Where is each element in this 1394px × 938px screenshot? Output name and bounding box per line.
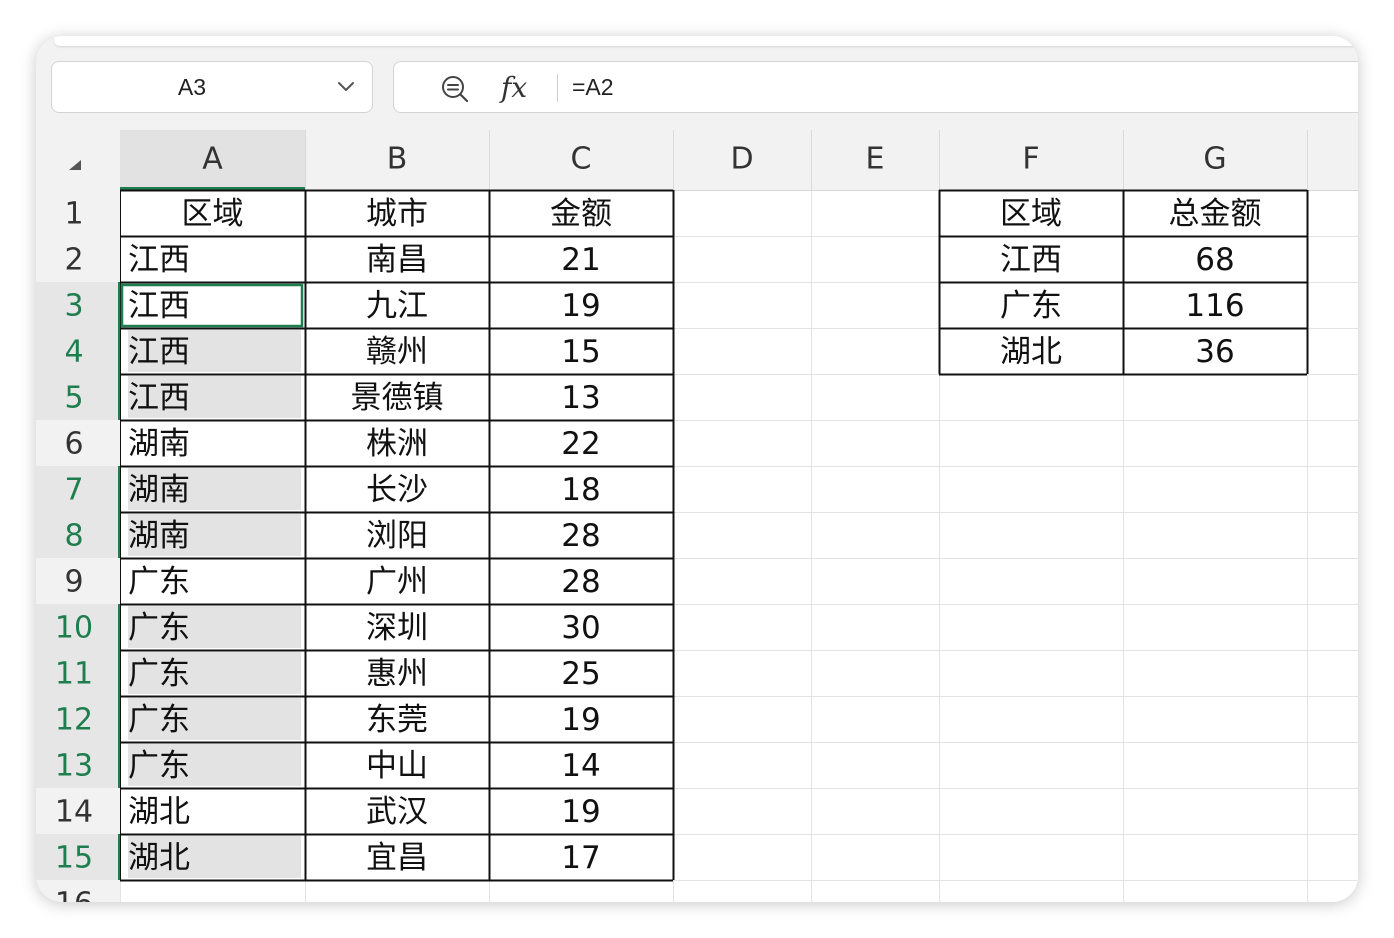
- row-header-4: 4: [64, 335, 83, 370]
- table-cell: 30: [561, 610, 600, 646]
- table-cell: 广东: [128, 610, 190, 646]
- table-cell: 九江: [366, 288, 428, 324]
- row-header-10: 10: [55, 611, 93, 646]
- row-header-7: 7: [64, 473, 83, 508]
- table-cell: 景德镇: [351, 380, 444, 416]
- table-cell: 武汉: [366, 794, 428, 830]
- table-cell: 江西: [128, 242, 190, 278]
- column-header-g: G: [1203, 142, 1226, 177]
- summary-cell: 广东: [1000, 288, 1062, 324]
- row-header-1: 1: [64, 197, 83, 232]
- spreadsheet-grid[interactable]: ABCDEFG12345678910111213141516区域城市金额江西南昌…: [36, 130, 1358, 902]
- table-cell: 19: [561, 702, 600, 738]
- table-cell: 江西: [128, 334, 190, 370]
- table-cell: 17: [561, 840, 600, 876]
- table-cell: 湖北: [128, 794, 190, 830]
- table-cell: 湖南: [128, 472, 190, 508]
- table-cell: 28: [561, 564, 600, 600]
- table-cell: 22: [561, 426, 600, 462]
- select-all-icon[interactable]: [69, 160, 81, 170]
- row-header-15: 15: [55, 841, 93, 876]
- summary-cell: 116: [1185, 288, 1244, 324]
- table-cell: 湖南: [128, 518, 190, 554]
- table-cell: 长沙: [366, 472, 428, 508]
- table-cell: 14: [561, 748, 600, 784]
- table-cell: 25: [561, 656, 600, 692]
- table-cell: 湖北: [128, 840, 190, 876]
- row-header-3: 3: [64, 289, 83, 324]
- toolbar-edge: [54, 36, 1358, 46]
- row-header-14: 14: [55, 795, 93, 830]
- table-cell: 江西: [128, 380, 190, 416]
- table-cell: 广东: [128, 564, 190, 600]
- table-cell: 15: [561, 334, 600, 370]
- summary-cell: 江西: [1000, 242, 1062, 278]
- summary-cell: 36: [1195, 334, 1234, 370]
- table-cell: 江西: [128, 288, 190, 324]
- table-cell: 东莞: [366, 702, 428, 738]
- table-header-cell: 区域: [182, 196, 244, 232]
- row-header-2: 2: [64, 243, 83, 278]
- summary-cell: 湖北: [1000, 334, 1062, 370]
- table-cell: 南昌: [366, 242, 428, 278]
- summary-header-cell: 总金额: [1169, 196, 1262, 232]
- table-cell: 21: [561, 242, 600, 278]
- table-cell: 19: [561, 794, 600, 830]
- column-header-b: B: [387, 142, 408, 177]
- spreadsheet-window: A3 fx =A2 ABCDEFG12345678910111213141516…: [36, 36, 1358, 902]
- table-cell: 广东: [128, 656, 190, 692]
- formula-bar-divider: [557, 74, 558, 102]
- table-cell: 中山: [366, 748, 428, 784]
- table-header-cell: 城市: [366, 196, 428, 232]
- name-box[interactable]: A3: [51, 61, 373, 113]
- row-header-11: 11: [55, 657, 93, 692]
- chevron-down-icon[interactable]: [334, 74, 358, 98]
- summary-cell: 68: [1195, 242, 1234, 278]
- table-cell: 湖南: [128, 426, 190, 462]
- table-cell: 18: [561, 472, 600, 508]
- table-cell: 惠州: [366, 656, 428, 692]
- table-cell: 广东: [128, 702, 190, 738]
- column-header-f: F: [1022, 142, 1039, 177]
- table-cell: 19: [561, 288, 600, 324]
- row-header-6: 6: [64, 427, 83, 462]
- zoom-out-icon[interactable]: [440, 74, 470, 104]
- table-cell: 株洲: [366, 426, 428, 462]
- row-header-9: 9: [64, 565, 83, 600]
- function-icon[interactable]: fx: [501, 68, 527, 108]
- row-header-16: 16: [55, 887, 93, 903]
- table-cell: 赣州: [366, 334, 428, 370]
- formula-bar[interactable]: fx =A2: [393, 61, 1358, 113]
- column-header-d: D: [730, 142, 753, 177]
- column-header-e: E: [866, 142, 885, 177]
- row-header-13: 13: [55, 749, 93, 784]
- name-box-value: A3: [177, 74, 207, 100]
- table-header-cell: 金额: [550, 196, 612, 232]
- table-cell: 宜昌: [366, 840, 428, 876]
- formula-input[interactable]: =A2: [572, 62, 614, 112]
- table-cell: 浏阳: [366, 518, 428, 554]
- column-header-a: A: [202, 142, 223, 177]
- table-cell: 广州: [366, 564, 428, 600]
- row-header-8: 8: [64, 519, 83, 554]
- summary-header-cell: 区域: [1000, 196, 1062, 232]
- table-cell: 13: [561, 380, 600, 416]
- table-cell: 28: [561, 518, 600, 554]
- column-header-c: C: [571, 142, 592, 177]
- row-header-12: 12: [55, 703, 93, 738]
- table-cell: 广东: [128, 748, 190, 784]
- table-cell: 深圳: [366, 610, 428, 646]
- row-header-5: 5: [64, 381, 83, 416]
